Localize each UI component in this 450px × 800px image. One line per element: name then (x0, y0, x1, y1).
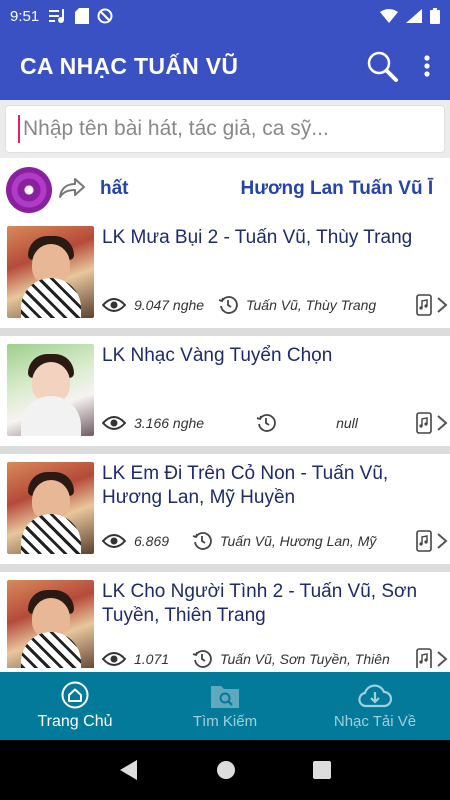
song-artist: null (336, 415, 358, 431)
ringtone-icon[interactable] (416, 648, 432, 668)
nav-home[interactable]: Trang Chủ (0, 672, 150, 740)
song-item[interactable]: LK Em Đi Trên Cỏ Non - Tuấn Vũ, Hương La… (0, 454, 450, 564)
history-icon (192, 532, 212, 550)
song-title: LK Mưa Bụi 2 - Tuấn Vũ, Thùy Trang (102, 227, 413, 248)
song-thumbnail (7, 580, 94, 668)
view-count: 6.869 (134, 533, 170, 549)
ringtone-icon[interactable] (416, 412, 432, 434)
home-icon (61, 681, 89, 709)
folder-search-icon (211, 685, 239, 708)
item-divider (0, 446, 450, 454)
nav-downloads[interactable]: Nhạc Tải Về (300, 672, 450, 740)
song-thumbnail (7, 226, 94, 318)
song-title: LK Nhạc Vàng Tuyển Chọn (102, 345, 333, 366)
music-queue-icon (49, 9, 65, 23)
back-icon[interactable] (119, 759, 139, 781)
song-title: LK Em Đi Trên Cỏ Non - Tuấn Vũ, Hương La… (102, 463, 389, 508)
nav-search-label: Tìm Kiếm (192, 712, 258, 730)
view-count: 1.071 (134, 651, 170, 667)
chevron-right-icon[interactable] (436, 414, 448, 432)
history-icon (218, 296, 238, 314)
ringtone-icon[interactable] (416, 294, 432, 316)
more-options-icon[interactable] (424, 55, 430, 77)
view-count: 9.047 nghe (134, 297, 205, 313)
song-item[interactable]: LK Cho Người Tình 2 - Tuấn Vũ, Sơn Tuyền… (0, 572, 450, 668)
blocked-icon (97, 8, 113, 24)
eye-icon (102, 416, 126, 430)
eye-icon (102, 534, 126, 548)
cloud-download-icon (358, 683, 392, 707)
text-caret (18, 115, 20, 143)
song-title: LK Cho Người Tình 2 - Tuấn Vũ, Sơn Tuyền… (102, 581, 418, 626)
song-artist: Tuấn Vũ, Thùy Trang (246, 297, 377, 313)
wifi-icon (380, 9, 398, 23)
status-time: 9:51 (10, 7, 40, 25)
search-box (5, 105, 445, 153)
item-divider (0, 564, 450, 572)
song-artist: Tuấn Vũ, Hương Lan, Mỹ (220, 533, 377, 549)
song-thumbnail (7, 462, 94, 554)
search-container (0, 100, 450, 158)
battery-icon (430, 8, 440, 24)
search-icon[interactable] (366, 50, 398, 82)
song-item[interactable]: LK Nhạc Vàng Tuyển Chọn 3.166 nghe null (0, 336, 450, 446)
marquee-right-text: Hương Lan Tuấn Vũ Ī (240, 178, 434, 199)
app-bar: CA NHẠC TUẤN VŨ (0, 32, 450, 100)
song-item[interactable]: LK Mưa Bụi 2 - Tuấn Vũ, Thùy Trang 9.047… (0, 218, 450, 328)
bottom-navigation: Trang Chủ Tìm Kiếm Nhạc Tải Về (0, 672, 450, 740)
system-navigation-bar (0, 740, 450, 800)
signal-icon (406, 9, 422, 23)
ringtone-icon[interactable] (416, 530, 432, 552)
history-icon (192, 650, 212, 668)
app-title: CA NHẠC TUẤN VŨ (20, 52, 239, 79)
home-button-icon[interactable] (216, 760, 236, 780)
item-divider (0, 328, 450, 336)
view-count: 3.166 nghe (134, 415, 205, 431)
status-bar: 9:51 (0, 0, 450, 32)
search-input[interactable] (22, 117, 432, 141)
chevron-right-icon[interactable] (436, 650, 448, 668)
share-icon[interactable] (58, 176, 86, 200)
chevron-right-icon[interactable] (436, 532, 448, 550)
nav-downloads-label: Nhạc Tải Về (333, 712, 417, 730)
marquee-left-text: hất (100, 178, 129, 199)
song-artist: Tuấn Vũ, Sơn Tuyền, Thiên (220, 651, 390, 667)
now-playing-marquee: hất Hương Lan Tuấn Vũ Ī (100, 178, 433, 200)
song-list[interactable]: LK Mưa Bụi 2 - Tuấn Vũ, Thùy Trang 9.047… (0, 218, 450, 668)
eye-icon (102, 298, 126, 312)
recents-icon[interactable] (313, 761, 332, 779)
chevron-right-icon[interactable] (436, 296, 448, 314)
music-disc-icon[interactable] (6, 167, 52, 213)
sd-card-icon (75, 8, 90, 24)
now-playing-bar[interactable]: hất Hương Lan Tuấn Vũ Ī (0, 162, 450, 218)
nav-search[interactable]: Tìm Kiếm (150, 672, 300, 740)
eye-icon (102, 652, 126, 666)
history-icon (256, 414, 276, 432)
song-thumbnail (7, 344, 94, 436)
nav-home-label: Trang Chủ (37, 713, 113, 730)
